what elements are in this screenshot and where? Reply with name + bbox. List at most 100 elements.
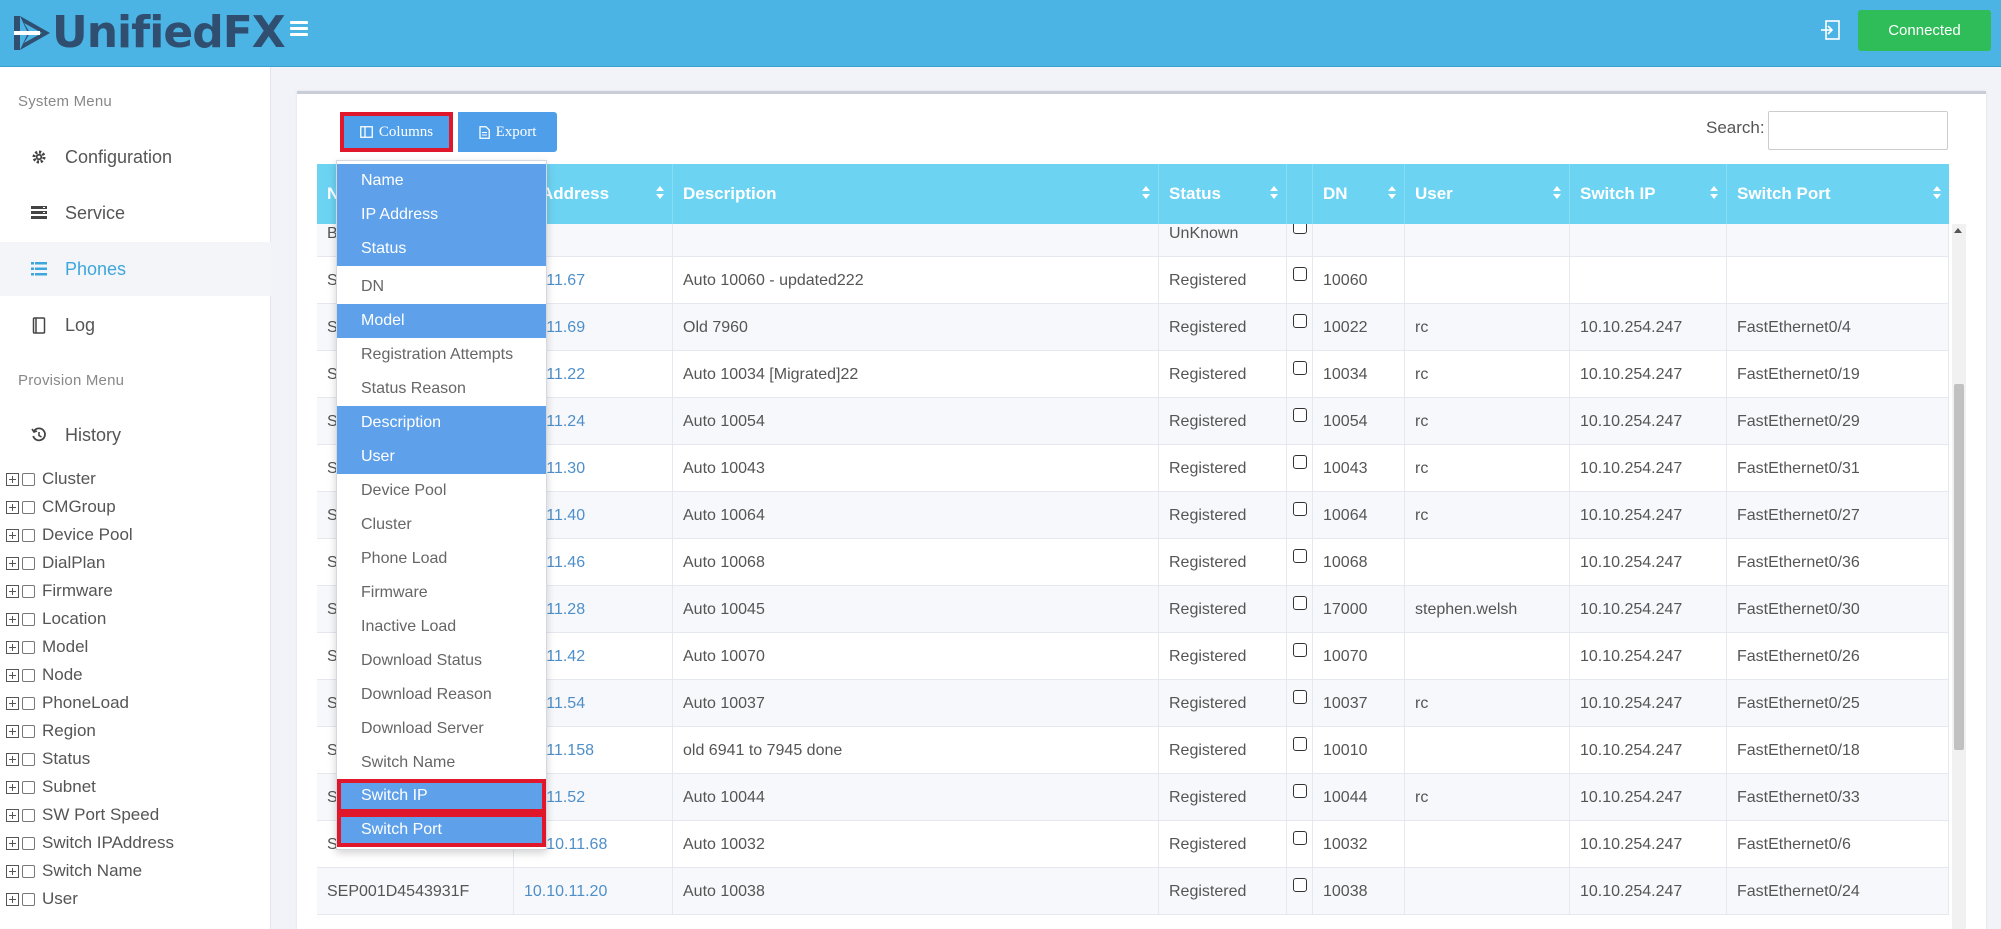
- column-header-switch-ip[interactable]: Switch IP: [1570, 164, 1727, 224]
- scrollbar-thumb[interactable]: [1954, 384, 1964, 750]
- sort-icon[interactable]: [1388, 186, 1396, 200]
- table-row[interactable]: S 10.11.22 Auto 10034 [Migrated]22 Register…: [317, 351, 1949, 398]
- sidebar-item-service[interactable]: Service: [0, 186, 271, 240]
- sidebar-item-history[interactable]: History: [0, 408, 271, 462]
- menu-toggle-icon[interactable]: [290, 21, 308, 37]
- expand-icon[interactable]: [6, 556, 19, 570]
- column-toggle-device-pool[interactable]: Device Pool: [337, 474, 546, 508]
- tree-checkbox[interactable]: [22, 584, 35, 598]
- table-row[interactable]: S 10.11.40 Auto 10064 Registered 10064 rc 10.1…: [317, 492, 1949, 539]
- tree-checkbox[interactable]: [22, 724, 35, 738]
- table-row[interactable]: B UnKnown: [317, 224, 1949, 257]
- column-toggle-download-server[interactable]: Download Server: [337, 712, 546, 746]
- tree-item[interactable]: CMGroup: [6, 493, 174, 521]
- expand-icon[interactable]: [6, 640, 19, 654]
- row-checkbox[interactable]: [1292, 831, 1307, 845]
- sort-icon[interactable]: [656, 186, 664, 200]
- expand-icon[interactable]: [6, 500, 19, 514]
- tree-checkbox[interactable]: [22, 556, 35, 570]
- column-toggle-cluster[interactable]: Cluster: [337, 508, 546, 542]
- column-toggle-status[interactable]: Status: [337, 232, 546, 266]
- table-row[interactable]: S 10.11.67 Auto 10060 - updated222 Register…: [317, 257, 1949, 304]
- column-toggle-inactive-load[interactable]: Inactive Load: [337, 610, 546, 644]
- row-checkbox[interactable]: [1292, 408, 1307, 422]
- tree-item[interactable]: Switch Name: [6, 857, 174, 885]
- table-row[interactable]: S 10.11.24 Auto 10054 Registered 10054 rc 10.1…: [317, 398, 1949, 445]
- table-row[interactable]: S 10.11.158 old 6941 to 7945 done Registere…: [317, 727, 1949, 774]
- table-scrollbar[interactable]: [1952, 224, 1966, 929]
- tree-item[interactable]: Node: [6, 661, 174, 689]
- column-header-select[interactable]: [1287, 164, 1313, 224]
- expand-icon[interactable]: [6, 892, 19, 906]
- expand-icon[interactable]: [6, 696, 19, 710]
- search-input[interactable]: [1768, 111, 1948, 150]
- column-toggle-status-reason[interactable]: Status Reason: [337, 372, 546, 406]
- sort-icon[interactable]: [1553, 186, 1561, 200]
- tree-checkbox[interactable]: [22, 668, 35, 682]
- tree-checkbox[interactable]: [22, 640, 35, 654]
- row-checkbox[interactable]: [1292, 878, 1307, 892]
- sidebar-item-log[interactable]: Log: [0, 298, 271, 352]
- column-toggle-switch-port[interactable]: Switch Port: [337, 813, 546, 847]
- tree-item[interactable]: Model: [6, 633, 174, 661]
- tree-item[interactable]: Region: [6, 717, 174, 745]
- expand-icon[interactable]: [6, 808, 19, 822]
- row-checkbox[interactable]: [1292, 224, 1307, 234]
- column-toggle-switch-name[interactable]: Switch Name: [337, 746, 546, 780]
- table-row[interactable]: S 10.11.54 Auto 10037 Registered 10037 rc 10.1…: [317, 680, 1949, 727]
- column-toggle-name[interactable]: Name: [337, 164, 546, 198]
- tree-checkbox[interactable]: [22, 808, 35, 822]
- tree-checkbox[interactable]: [22, 696, 35, 710]
- sort-icon[interactable]: [1710, 186, 1718, 200]
- expand-icon[interactable]: [6, 752, 19, 766]
- expand-icon[interactable]: [6, 724, 19, 738]
- expand-icon[interactable]: [6, 836, 19, 850]
- row-checkbox[interactable]: [1292, 690, 1307, 704]
- column-toggle-download-status[interactable]: Download Status: [337, 644, 546, 678]
- tree-item[interactable]: Switch IPAddress: [6, 829, 174, 857]
- row-checkbox[interactable]: [1292, 455, 1307, 469]
- column-toggle-dn[interactable]: DN: [337, 270, 546, 304]
- column-header-dn[interactable]: DN: [1313, 164, 1405, 224]
- table-row[interactable]: S 10.11.30 Auto 10043 Registered 10043 rc 10.1…: [317, 445, 1949, 492]
- column-toggle-switch-ip[interactable]: Switch IP: [337, 779, 546, 813]
- table-row[interactable]: S 10.11.46 Auto 10068 Registered 10068 10.10.…: [317, 539, 1949, 586]
- row-checkbox[interactable]: [1292, 549, 1307, 563]
- table-row[interactable]: SEP001D4543931F 10.10.11.20 Auto 10038 Regi…: [317, 868, 1949, 915]
- tree-checkbox[interactable]: [22, 892, 35, 906]
- tree-item[interactable]: Location: [6, 605, 174, 633]
- expand-icon[interactable]: [6, 780, 19, 794]
- expand-icon[interactable]: [6, 864, 19, 878]
- row-checkbox[interactable]: [1292, 361, 1307, 375]
- tree-checkbox[interactable]: [22, 472, 35, 486]
- tree-item[interactable]: Cluster: [6, 465, 174, 493]
- table-row[interactable]: SEP001C58F5EA0T10.10.11.68Auto 10032Regi…: [317, 821, 1949, 868]
- tree-checkbox[interactable]: [22, 612, 35, 626]
- columns-button[interactable]: Columns: [340, 112, 453, 152]
- table-row[interactable]: S 10.11.42 Auto 10070 Registered 10070 10.10.…: [317, 633, 1949, 680]
- tree-item[interactable]: Firmware: [6, 577, 174, 605]
- tree-item[interactable]: Status: [6, 745, 174, 773]
- expand-icon[interactable]: [6, 472, 19, 486]
- sort-icon[interactable]: [1142, 186, 1150, 200]
- row-checkbox[interactable]: [1292, 596, 1307, 610]
- tree-checkbox[interactable]: [22, 864, 35, 878]
- tree-checkbox[interactable]: [22, 500, 35, 514]
- row-checkbox[interactable]: [1292, 267, 1307, 281]
- export-button[interactable]: Export: [458, 112, 557, 152]
- expand-icon[interactable]: [6, 668, 19, 682]
- column-toggle-registration-attempts[interactable]: Registration Attempts: [337, 338, 546, 372]
- tree-item[interactable]: PhoneLoad: [6, 689, 174, 717]
- table-row[interactable]: S 10.11.52 Auto 10044 Registered 10044 rc 10.1…: [317, 774, 1949, 821]
- tree-checkbox[interactable]: [22, 836, 35, 850]
- cell-ip-address[interactable]: 10.10.11.20: [514, 868, 673, 915]
- row-checkbox[interactable]: [1292, 737, 1307, 751]
- tree-item[interactable]: DialPlan: [6, 549, 174, 577]
- row-checkbox[interactable]: [1292, 643, 1307, 657]
- sidebar-item-phones[interactable]: Phones: [0, 242, 271, 296]
- tree-item[interactable]: Subnet: [6, 773, 174, 801]
- tree-checkbox[interactable]: [22, 780, 35, 794]
- sort-icon[interactable]: [1933, 186, 1941, 200]
- column-toggle-ip-address[interactable]: IP Address: [337, 198, 546, 232]
- sort-icon[interactable]: [1270, 186, 1278, 200]
